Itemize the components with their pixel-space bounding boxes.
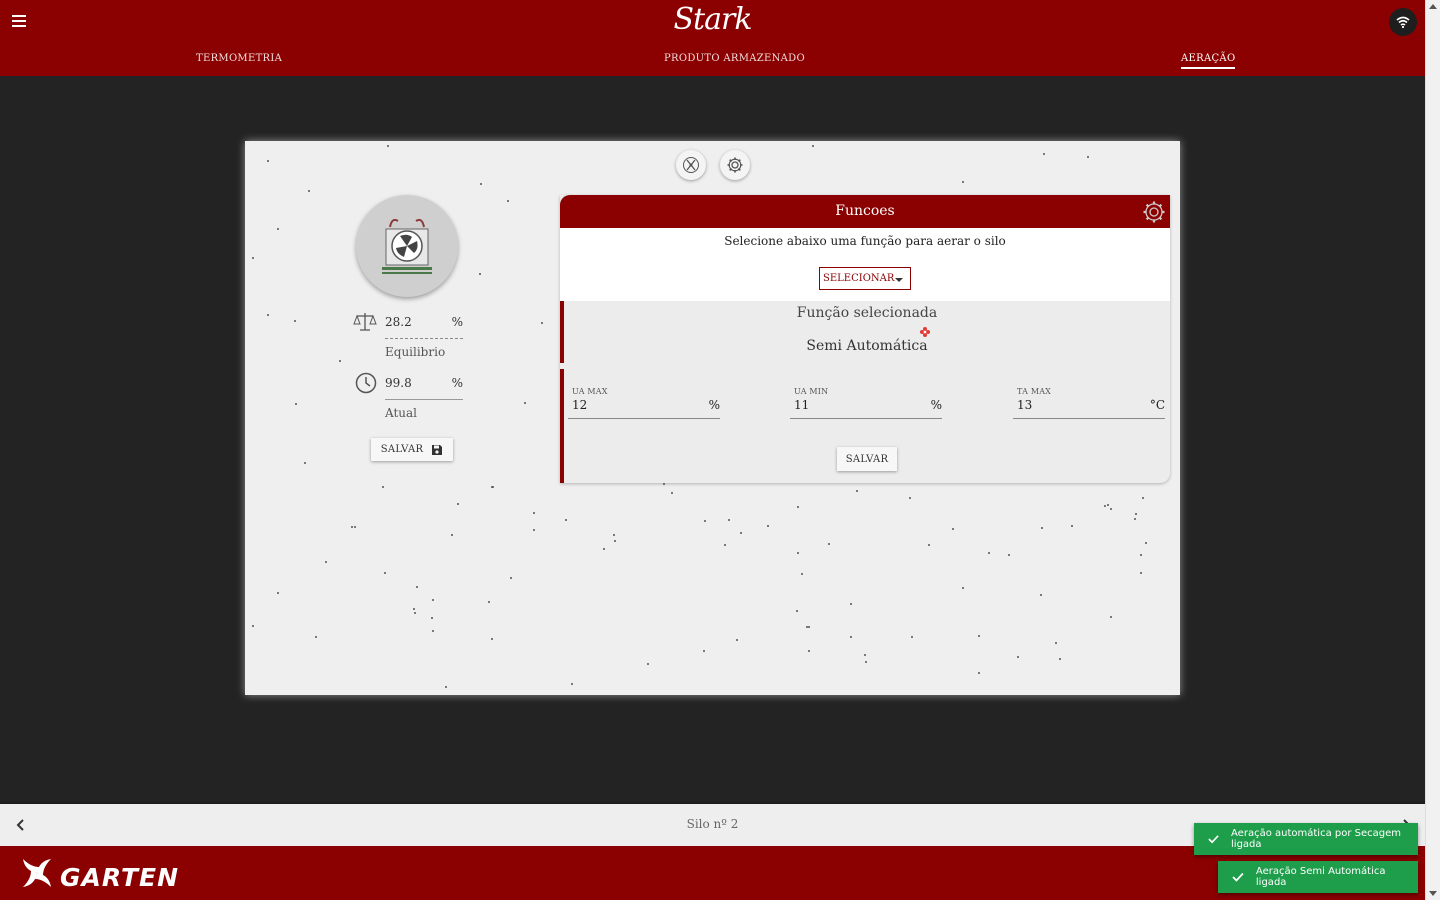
toast-notification[interactable]: Aeração automática por Secagem ligada [1194,823,1418,855]
ta-max-field[interactable]: TA MAX 13 °C [1013,387,1165,419]
ta-max-unit: °C [1149,398,1165,412]
ta-max-label: TA MAX [1017,387,1052,396]
function-select-label: SELECIONAR [823,273,895,284]
save-left-label: SALVAR [380,444,424,455]
atual-field[interactable]: 99.8 % [353,372,463,400]
wifi-icon[interactable] [1389,8,1417,36]
atual-label: Atual [385,406,417,420]
ua-min-value: 11 [794,398,810,412]
function-parameters: UA MAX 12 % UA MIN 11 % TA MAX 13 °C SAL… [560,369,1170,483]
brand-logo-icon [23,859,51,887]
app-logo: Stark [673,2,752,37]
functions-title: Funcoes [835,203,895,219]
function-select[interactable]: SELECIONAR [819,267,911,290]
functions-header: Funcoes [560,195,1170,228]
check-icon [1232,872,1244,882]
toast-text: Aeração automática por Secagem ligada [1231,828,1401,850]
brand-name: GARTEN [60,863,180,892]
chevron-down-icon [895,278,903,282]
function-instruction: Selecione abaixo uma função para aerar o… [724,234,1006,248]
tab-aeracao[interactable]: AERAÇÃO [1181,53,1236,69]
selected-function-value: Semi Automática [806,338,928,354]
field-underline [385,338,463,339]
ua-max-value: 12 [572,398,588,412]
toast-text: Aeração Semi Automática ligada [1255,866,1386,888]
top-bar: Stark [0,0,1425,44]
settings-icon[interactable] [720,150,750,180]
aeration-card: 28.2 % Equilibrio 99.8 % Atual SALVAR Fu… [245,141,1180,695]
equilibrio-unit: % [451,315,463,329]
toast-notification[interactable]: Aeração Semi Automática ligada [1218,861,1418,893]
equilibrio-label: Equilibrio [385,345,446,359]
scroll-up-icon[interactable] [1429,4,1437,9]
save-function-button[interactable]: SALVAR [837,447,897,471]
ta-max-value: 13 [1017,398,1033,412]
active-indicator-icon [920,327,930,337]
vertical-scrollbar[interactable] [1425,0,1440,900]
selected-function-title: Função selecionada [796,305,938,321]
ua-max-unit: % [708,398,720,412]
atual-value: 99.8 [385,376,412,390]
equilibrio-field[interactable]: 28.2 % [353,311,463,339]
ua-min-label: UA MIN [794,387,829,396]
scroll-down-icon[interactable] [1429,891,1437,896]
save-left-button[interactable]: SALVAR [371,438,453,461]
ua-min-field[interactable]: UA MIN 11 % [790,387,942,419]
atual-unit: % [451,376,463,390]
check-icon [1208,835,1219,844]
field-underline [385,399,463,400]
settings-icon[interactable] [1142,200,1166,224]
functions-panel: Funcoes Selecione abaixo uma função para… [560,195,1170,483]
ua-min-unit: % [930,398,942,412]
tab-produto-armazenado[interactable]: PRODUTO ARMAZENADO [664,53,805,67]
save-icon [432,444,443,455]
function-selector-area: Selecione abaixo uma função para aerar o… [560,228,1170,301]
equilibrio-value: 28.2 [385,315,412,329]
ua-max-field[interactable]: UA MAX 12 % [568,387,720,419]
fan-icon[interactable] [676,150,706,180]
app: Stark TERMOMETRIA PRODUTO ARMAZENADO AER… [0,0,1425,900]
fan-status-image [356,195,458,297]
tab-termometria[interactable]: TERMOMETRIA [196,53,282,67]
selected-function-section: Função selecionada Semi Automática [560,301,1170,363]
ua-max-label: UA MAX [572,387,608,396]
tab-bar: TERMOMETRIA PRODUTO ARMAZENADO AERAÇÃO [0,44,1425,76]
